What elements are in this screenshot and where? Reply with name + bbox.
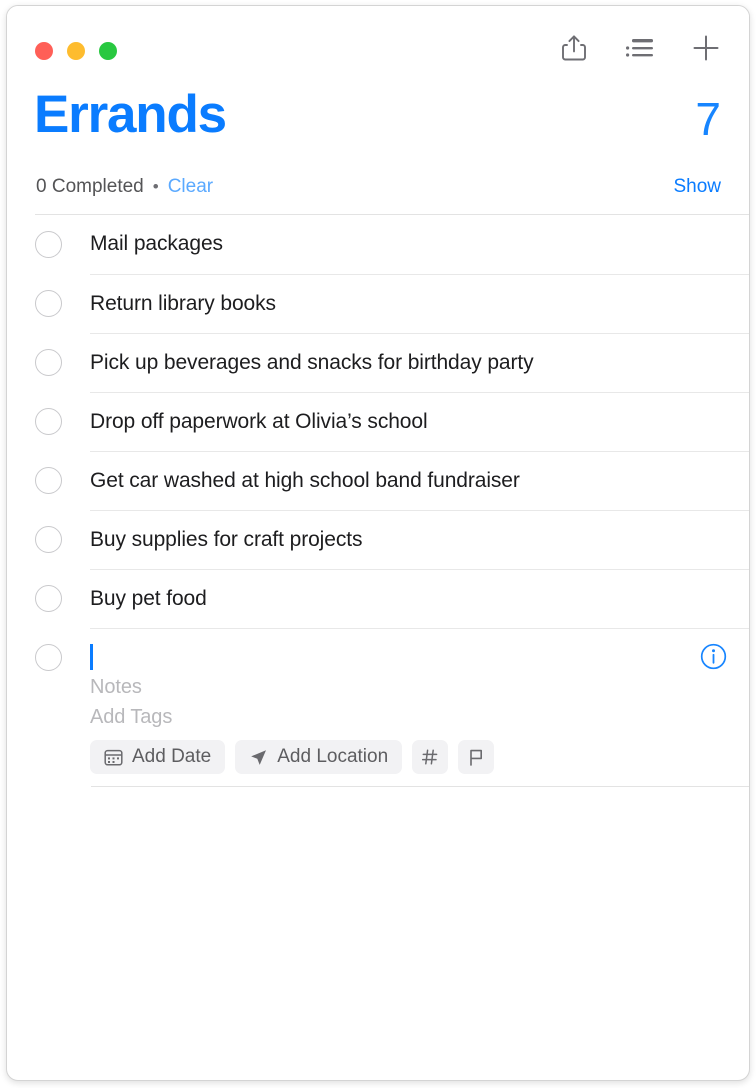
list-view-icon: [625, 36, 655, 65]
share-button[interactable]: [557, 33, 591, 67]
new-reminder-title-field[interactable]: [90, 642, 749, 672]
list-bottom-divider: [91, 786, 749, 787]
task-title: Buy pet food: [90, 586, 207, 610]
reminder-list: Mail packages Return library books Pick …: [7, 215, 749, 787]
completed-count-label: 0 Completed: [36, 176, 144, 197]
list-view-button[interactable]: [623, 33, 657, 67]
plus-icon: [692, 34, 720, 67]
table-row[interactable]: Buy pet food: [7, 569, 749, 628]
complete-circle-icon[interactable]: [35, 467, 62, 494]
add-date-button[interactable]: Add Date: [90, 740, 226, 774]
traffic-light-buttons: [35, 42, 117, 60]
list-header: Errands 7: [7, 84, 749, 170]
calendar-icon: [104, 748, 123, 767]
task-title: Buy supplies for craft projects: [90, 527, 363, 551]
reminders-window: Errands 7 0 Completed • Clear Show Mail …: [6, 5, 750, 1081]
quick-action-chips: Add Date Add Location: [90, 740, 749, 774]
task-title: Mail packages: [90, 232, 223, 255]
complete-circle-icon[interactable]: [35, 585, 62, 612]
tags-field[interactable]: Add Tags: [90, 702, 749, 732]
bullet-separator: •: [152, 177, 159, 196]
title-bar: [7, 6, 749, 84]
new-reminder-editor: Notes Add Tags Add Date Add Location: [90, 628, 749, 786]
table-row[interactable]: Get car washed at high school band fundr…: [7, 451, 749, 510]
add-location-label: Add Location: [277, 746, 389, 767]
add-tag-button[interactable]: [412, 740, 449, 774]
show-completed-button[interactable]: Show: [673, 170, 721, 204]
task-content: Mail packages: [90, 215, 749, 273]
completed-status: 0 Completed • Clear: [36, 170, 213, 204]
add-location-button[interactable]: Add Location: [235, 740, 403, 774]
add-flag-button[interactable]: [458, 740, 495, 774]
complete-circle-icon[interactable]: [35, 290, 62, 317]
new-reminder-row[interactable]: Notes Add Tags Add Date Add Location: [7, 628, 749, 786]
complete-circle-icon[interactable]: [35, 349, 62, 376]
task-content: Drop off paperwork at Olivia’s school: [90, 392, 749, 450]
task-content: Return library books: [90, 274, 749, 332]
table-row[interactable]: Buy supplies for craft projects: [7, 510, 749, 569]
location-arrow-icon: [249, 748, 268, 767]
notes-field[interactable]: Notes: [90, 672, 749, 702]
hashtag-icon: [421, 748, 439, 766]
task-title: Pick up beverages and snacks for birthda…: [90, 350, 534, 374]
share-icon: [561, 34, 587, 67]
add-date-label: Add Date: [132, 746, 212, 767]
text-cursor: [90, 644, 93, 670]
close-button[interactable]: [35, 42, 53, 60]
task-title: Get car washed at high school band fundr…: [90, 468, 520, 492]
task-content: Buy supplies for craft projects: [90, 510, 749, 568]
toolbar: [557, 33, 723, 67]
info-circle-icon[interactable]: [700, 643, 727, 670]
clear-completed-button[interactable]: Clear: [168, 170, 213, 204]
add-reminder-button[interactable]: [689, 33, 723, 67]
completed-bar: 0 Completed • Clear Show: [7, 170, 749, 214]
flag-icon: [467, 748, 485, 767]
table-row[interactable]: Return library books: [7, 274, 749, 333]
table-row[interactable]: Mail packages: [7, 215, 749, 274]
complete-circle-icon[interactable]: [35, 231, 62, 258]
complete-circle-icon[interactable]: [35, 644, 62, 671]
table-row[interactable]: Drop off paperwork at Olivia’s school: [7, 392, 749, 451]
table-row[interactable]: Pick up beverages and snacks for birthda…: [7, 333, 749, 392]
task-content: Get car washed at high school band fundr…: [90, 451, 749, 509]
task-content: Pick up beverages and snacks for birthda…: [90, 333, 749, 391]
page-title: Errands: [34, 85, 227, 144]
reminder-count: 7: [695, 93, 721, 145]
zoom-button[interactable]: [99, 42, 117, 60]
minimize-button[interactable]: [67, 42, 85, 60]
task-content: Buy pet food: [90, 569, 749, 627]
task-title: Return library books: [90, 291, 276, 315]
complete-circle-icon[interactable]: [35, 408, 62, 435]
task-title: Drop off paperwork at Olivia’s school: [90, 409, 428, 433]
complete-circle-icon[interactable]: [35, 526, 62, 553]
